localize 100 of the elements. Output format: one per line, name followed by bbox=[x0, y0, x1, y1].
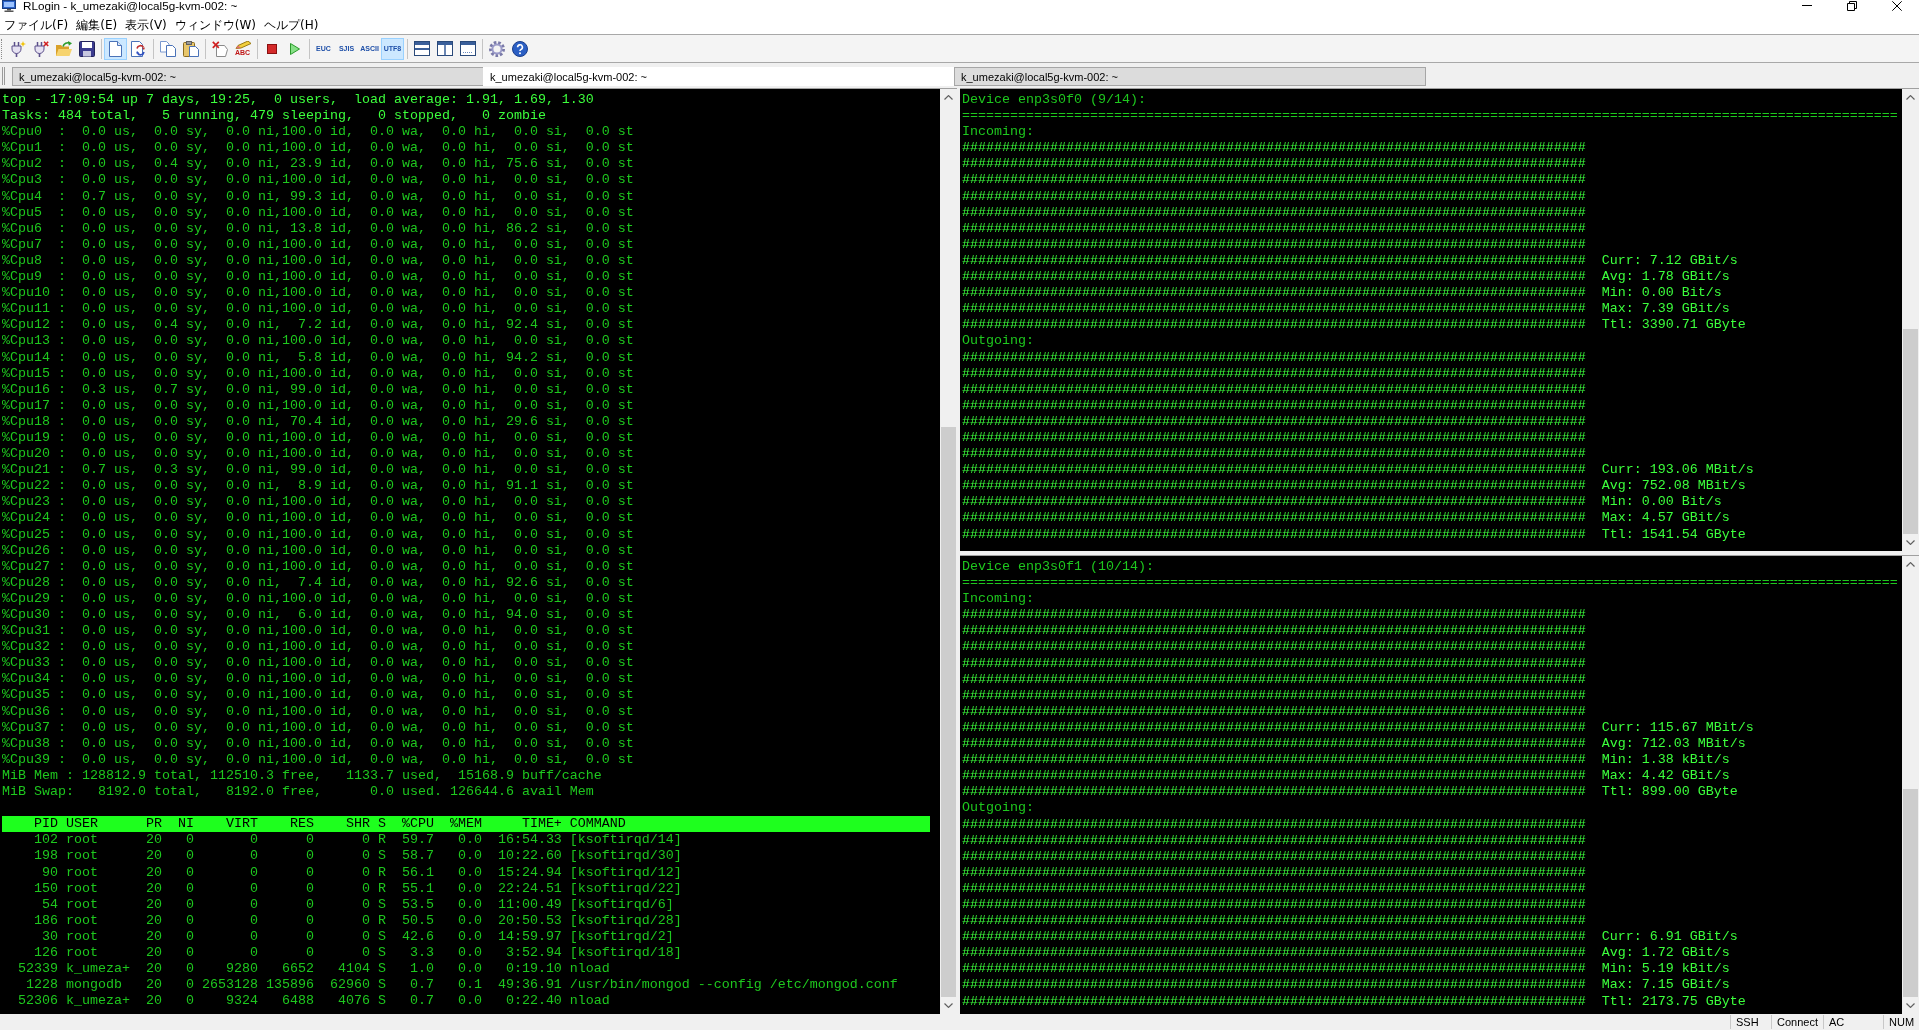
traffic-stat: Max: 4.42 GBit/s bbox=[1601, 768, 1731, 785]
caret-down-icon[interactable] bbox=[1906, 1003, 1915, 1008]
traffic-graph-row: ############################################################################## bbox=[962, 929, 1586, 946]
traffic-graph-row: ############################################################################## bbox=[962, 494, 1586, 511]
tab[interactable]: k_umezaki@local5g-kvm-002: ~ bbox=[483, 67, 955, 86]
traffic-graph-row: ############################################################################## bbox=[962, 864, 1586, 881]
process-row-text: 52339 k_umeza+ 20 0 9280 6652 4104 S 1.0 0.0 0:19.10 nload bbox=[17, 961, 611, 978]
cpu-usage-line: %Cpu0 : 0.0 us, 0.0 sy, 0.0 ni,100.0 id, 0.0 wa, 0.0 hi, 0.0 si, 0.0 st bbox=[2, 124, 635, 141]
process-table-header: PID USER PR NI VIRT RES SHR S %CPU %MEM TIME+ COMMAND bbox=[2, 816, 930, 833]
caret-down-icon[interactable] bbox=[1906, 540, 1915, 545]
folder-icon bbox=[55, 40, 72, 57]
window-title: RLogin - k_umezaki@local5g-kvm-002: ~ bbox=[23, 0, 238, 12]
caret-up-icon[interactable] bbox=[1906, 95, 1915, 100]
process-row-text: 102 root 20 0 0 0 0 R 59.7 0.0 16:54.33 [ksoftirqd/14] bbox=[33, 832, 683, 849]
traffic-graph-row: ############################################################################## bbox=[962, 172, 1586, 189]
cpu-usage-line: %Cpu36 : 0.0 us, 0.0 sy, 0.0 ni,100.0 id, 0.0 wa, 0.0 hi, 0.0 si, 0.0 st bbox=[2, 703, 635, 720]
traffic-stat: Max: 7.39 GBit/s bbox=[1601, 301, 1731, 318]
cpu-usage-line: %Cpu32 : 0.0 us, 0.0 sy, 0.0 ni,100.0 id, 0.0 wa, 0.0 hi, 0.0 si, 0.0 st bbox=[2, 639, 635, 656]
traffic-stat: Min: 5.19 kBit/s bbox=[1601, 961, 1731, 978]
traffic-graph-row: ############################################################################## bbox=[962, 896, 1586, 914]
cpu-usage-line: %Cpu18 : 0.0 us, 0.0 sy, 0.0 ni, 70.4 id, 0.0 wa, 0.0 hi, 29.6 si, 0.0 st bbox=[2, 413, 635, 430]
cpu-usage-line: %Cpu6 : 0.0 us, 0.0 sy, 0.0 ni, 13.8 id, 0.0 wa, 0.0 hi, 86.2 si, 0.0 st bbox=[2, 220, 635, 237]
cpu-usage-line: %Cpu23 : 0.0 us, 0.0 sy, 0.0 ni,100.0 id, 0.0 wa, 0.0 hi, 0.0 si, 0.0 st bbox=[2, 494, 635, 511]
traffic-stat: Avg: 1.78 GBit/s bbox=[1601, 269, 1731, 286]
traffic-graph-row: ############################################################################## bbox=[962, 252, 1586, 270]
traffic-graph-row: ############################################################################## bbox=[962, 204, 1586, 221]
cpu-usage-line: %Cpu19 : 0.0 us, 0.0 sy, 0.0 ni,100.0 id, 0.0 wa, 0.0 hi, 0.0 si, 0.0 st bbox=[2, 429, 635, 447]
traffic-stat: Ttl: 899.00 GByte bbox=[1601, 784, 1739, 801]
traffic-graph-row: ############################################################################## bbox=[962, 880, 1586, 897]
process-row-text: 186 root 20 0 0 0 0 R 50.5 0.0 20:50.53 [ksoftirqd/28] bbox=[33, 912, 683, 929]
traffic-graph-row: ############################################################################## bbox=[962, 478, 1586, 495]
status-indicator: AC bbox=[1823, 1015, 1883, 1029]
document-cross-icon bbox=[211, 40, 228, 57]
status-indicator: NUM bbox=[1883, 1015, 1919, 1029]
traffic-stat: Avg: 1.72 GBit/s bbox=[1601, 945, 1731, 962]
traffic-graph-row: ############################################################################## bbox=[962, 832, 1586, 849]
save-icon bbox=[78, 40, 95, 57]
cpu-usage-line: %Cpu3 : 0.0 us, 0.0 sy, 0.0 ni,100.0 id, 0.0 wa, 0.0 hi, 0.0 si, 0.0 st bbox=[2, 172, 635, 189]
memory-line: MiB Swap: 8192.0 total, 8192.0 free, 0.0 used. 126644.6 avail Mem bbox=[2, 784, 595, 801]
cpu-usage-line: %Cpu7 : 0.0 us, 0.0 sy, 0.0 ni,100.0 id, 0.0 wa, 0.0 hi, 0.0 si, 0.0 st bbox=[2, 236, 635, 253]
traffic-stat: Curr: 6.91 GBit/s bbox=[1601, 929, 1739, 946]
separator-line: ===================================================================================================================== bbox=[962, 575, 1899, 592]
traffic-graph-row: ############################################################################## bbox=[962, 220, 1586, 237]
traffic-graph-row: ############################################################################## bbox=[962, 752, 1586, 769]
traffic-stat: Min: 0.00 Bit/s bbox=[1601, 494, 1723, 511]
scroll-thumb[interactable] bbox=[941, 426, 956, 997]
cpu-usage-line: %Cpu2 : 0.0 us, 0.4 sy, 0.0 ni, 23.9 id, 0.0 wa, 0.0 hi, 75.6 si, 0.0 st bbox=[2, 156, 635, 173]
menu-item[interactable]: 表示(V) bbox=[123, 18, 169, 33]
caret-down-icon[interactable] bbox=[944, 1003, 953, 1008]
summary-line: top - 17:09:54 up 7 days, 19:25, 0 users, load average: 1.91, 1.69, 1.30 bbox=[2, 92, 595, 109]
cpu-usage-line: %Cpu38 : 0.0 us, 0.0 sy, 0.0 ni,100.0 id, 0.0 wa, 0.0 hi, 0.0 si, 0.0 st bbox=[2, 735, 635, 752]
cpu-usage-line: %Cpu24 : 0.0 us, 0.0 sy, 0.0 ni,100.0 id, 0.0 wa, 0.0 hi, 0.0 si, 0.0 st bbox=[2, 510, 635, 527]
summary-line: Tasks: 484 total, 5 running, 479 sleeping, 0 stopped, 0 zombie bbox=[2, 108, 547, 125]
traffic-graph-row: ############################################################################## bbox=[962, 623, 1586, 640]
cpu-usage-line: %Cpu27 : 0.0 us, 0.0 sy, 0.0 ni,100.0 id, 0.0 wa, 0.0 hi, 0.0 si, 0.0 st bbox=[2, 558, 635, 575]
menu-item[interactable]: ファイル(F) bbox=[2, 18, 71, 33]
traffic-graph-row: ############################################################################## bbox=[962, 429, 1586, 447]
menu-item[interactable]: 編集(E) bbox=[74, 18, 120, 33]
traffic-graph-row: ############################################################################## bbox=[962, 156, 1586, 173]
traffic-stat: Ttl: 1541.54 GByte bbox=[1601, 526, 1747, 543]
cpu-usage-line: %Cpu31 : 0.0 us, 0.0 sy, 0.0 ni,100.0 id, 0.0 wa, 0.0 hi, 0.0 si, 0.0 st bbox=[2, 623, 635, 640]
cpu-usage-line: %Cpu1 : 0.0 us, 0.0 sy, 0.0 ni,100.0 id, 0.0 wa, 0.0 hi, 0.0 si, 0.0 st bbox=[2, 140, 635, 157]
traffic-graph-row: ############################################################################## bbox=[962, 945, 1586, 962]
device-title: Device enp3s0f0 (9/14): bbox=[962, 92, 1147, 109]
split-window-icon bbox=[413, 41, 430, 56]
process-row-text: 1228 mongodb 20 0 2653128 135896 62960 S 0.7 0.1 49:36.91 /usr/bin/mongod --config /etc/mongod.conf bbox=[25, 977, 899, 994]
traffic-graph-row: ############################################################################## bbox=[962, 188, 1586, 205]
traffic-graph-row: ############################################################################## bbox=[962, 269, 1586, 286]
traffic-graph-row: ############################################################################## bbox=[962, 768, 1586, 785]
process-row-text: 52306 k_umeza+ 20 0 9324 6488 4076 S 0.7 0.0 0:22.40 nload bbox=[17, 993, 611, 1010]
cpu-usage-line: %Cpu22 : 0.0 us, 0.0 sy, 0.0 ni, 8.9 id, 0.0 wa, 0.0 hi, 91.1 si, 0.0 st bbox=[2, 478, 635, 495]
traffic-graph-row: ############################################################################## bbox=[962, 446, 1586, 463]
process-row-text: 150 root 20 0 0 0 0 R 55.1 0.0 22:24.51 [ksoftirqd/22] bbox=[33, 880, 683, 897]
caret-up-icon[interactable] bbox=[944, 95, 953, 100]
menu-item[interactable]: ヘルプ(H) bbox=[262, 18, 321, 33]
tab[interactable]: k_umezaki@local5g-kvm-002: ~ bbox=[954, 67, 1426, 86]
stop-icon bbox=[266, 43, 277, 54]
memory-line: MiB Mem : 128812.9 total, 112510.3 free, 1133.7 used, 15168.9 buff/cache bbox=[2, 767, 603, 785]
traffic-stat: Curr: 193.06 MBit/s bbox=[1601, 462, 1754, 479]
scroll-thumb[interactable] bbox=[1903, 789, 1918, 997]
traffic-graph-row: ############################################################################## bbox=[962, 687, 1586, 704]
traffic-stat: Curr: 7.12 GBit/s bbox=[1601, 252, 1739, 270]
cpu-usage-line: %Cpu30 : 0.0 us, 0.0 sy, 0.0 ni, 6.0 id, 0.0 wa, 0.0 hi, 94.0 si, 0.0 st bbox=[2, 607, 635, 624]
traffic-graph-row: ############################################################################## bbox=[962, 993, 1586, 1010]
cpu-usage-line: %Cpu39 : 0.0 us, 0.0 sy, 0.0 ni,100.0 id, 0.0 wa, 0.0 hi, 0.0 si, 0.0 st bbox=[2, 751, 635, 768]
section-label: Incoming: bbox=[962, 124, 1035, 141]
traffic-stat: Ttl: 2173.75 GByte bbox=[1601, 993, 1746, 1010]
traffic-graph-row: ############################################################################## bbox=[962, 655, 1586, 672]
traffic-graph-row: ############################################################################## bbox=[962, 140, 1586, 157]
device-title: Device enp3s0f1 (10/14): bbox=[962, 559, 1155, 576]
scroll-thumb[interactable] bbox=[1903, 328, 1918, 534]
cpu-usage-line: %Cpu13 : 0.0 us, 0.0 sy, 0.0 ni,100.0 id, 0.0 wa, 0.0 hi, 0.0 si, 0.0 st bbox=[2, 333, 635, 350]
traffic-stat: Avg: 752.08 MBit/s bbox=[1601, 478, 1747, 495]
process-row-text: 30 root 20 0 0 0 0 S 42.6 0.0 14:59.97 [ksoftirqd/2] bbox=[41, 928, 675, 945]
tab[interactable]: k_umezaki@local5g-kvm-002: ~ bbox=[12, 67, 484, 86]
cpu-usage-line: %Cpu20 : 0.0 us, 0.0 sy, 0.0 ni,100.0 id, 0.0 wa, 0.0 hi, 0.0 si, 0.0 st bbox=[2, 446, 635, 463]
plug-cross-icon bbox=[32, 40, 49, 57]
caret-up-icon[interactable] bbox=[1906, 562, 1915, 567]
cpu-usage-line: %Cpu33 : 0.0 us, 0.0 sy, 0.0 ni,100.0 id, 0.0 wa, 0.0 hi, 0.0 si, 0.0 st bbox=[2, 655, 635, 672]
menu-item[interactable]: ウィンドウ(W) bbox=[172, 18, 259, 33]
